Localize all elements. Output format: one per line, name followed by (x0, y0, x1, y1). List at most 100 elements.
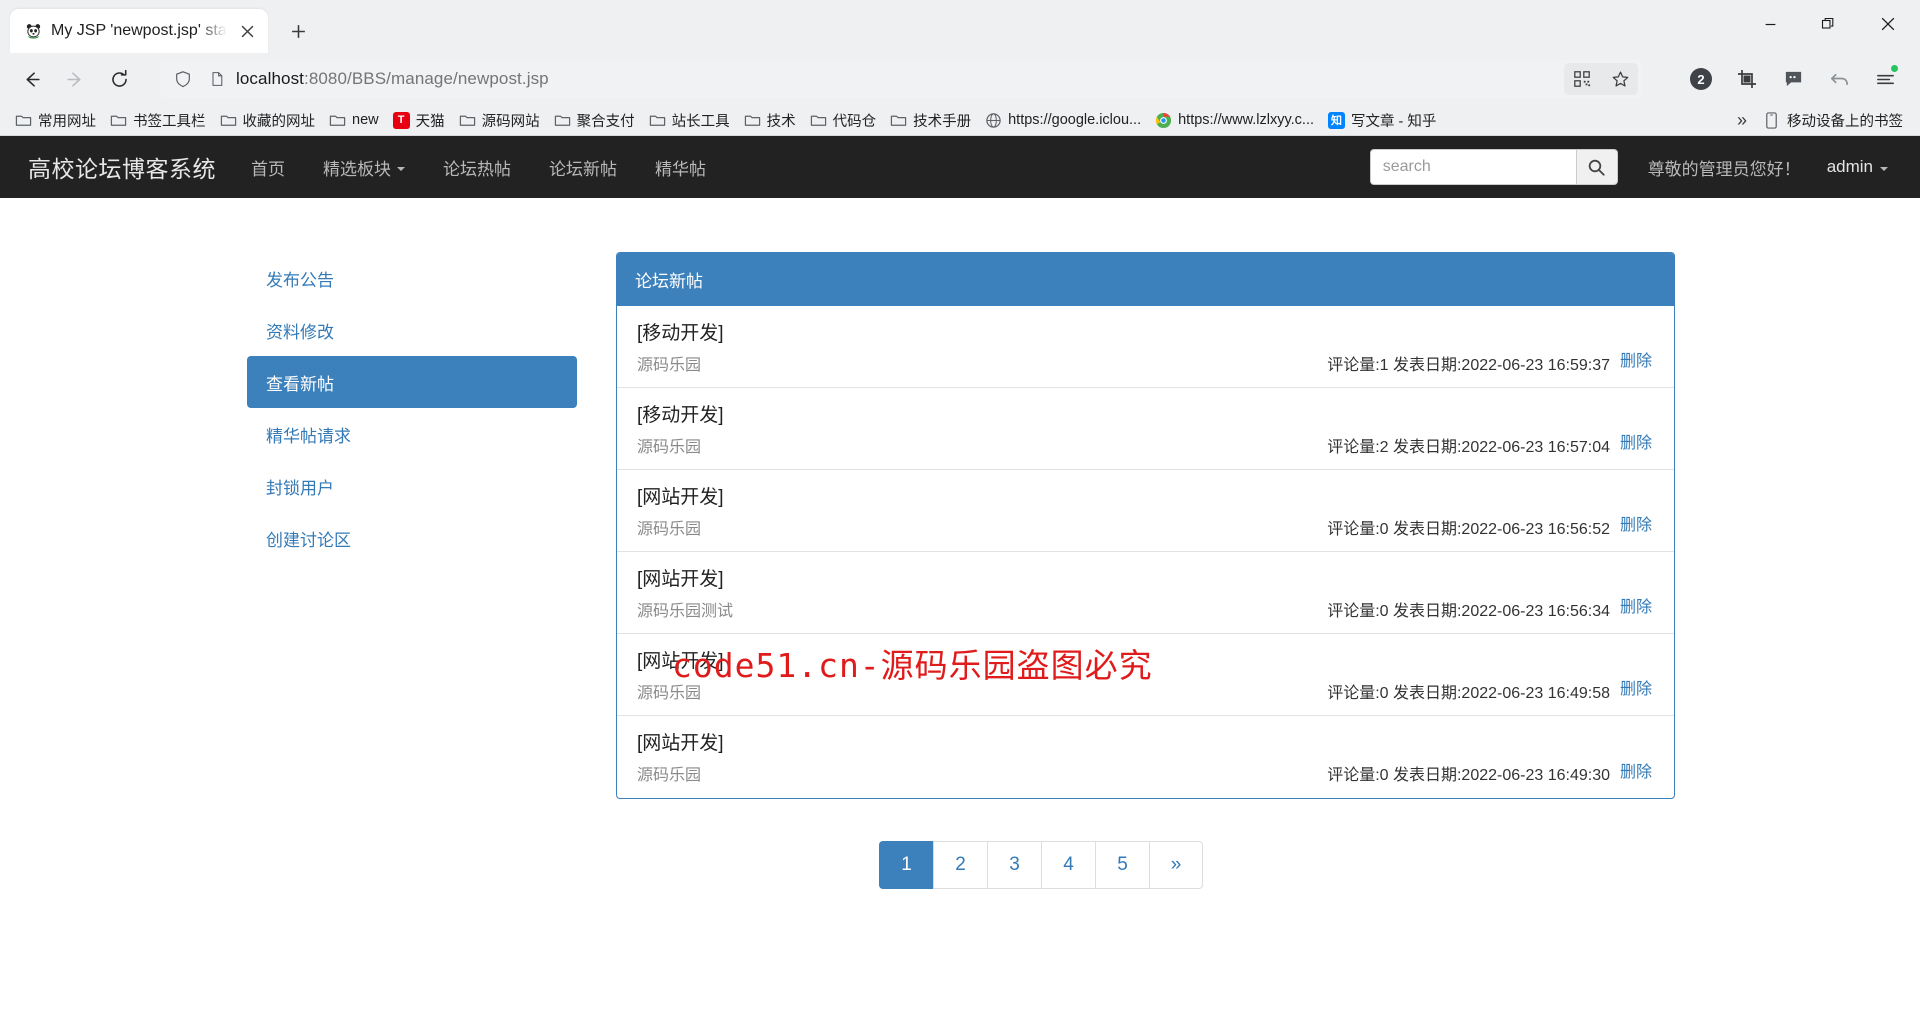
star-bookmark-icon[interactable] (1602, 63, 1638, 95)
bookmark-label: 常用网址 (38, 113, 96, 130)
back-button[interactable] (10, 58, 52, 100)
mobile-bookmarks-label: 移动设备上的书签 (1787, 113, 1903, 130)
reload-button[interactable] (98, 58, 140, 100)
folder-icon (15, 112, 32, 129)
bookmark-item[interactable]: https://google.iclou... (978, 109, 1148, 132)
sidebar-item-ban-user[interactable]: 封锁用户 (247, 460, 577, 512)
bookmark-item[interactable]: T 天猫 (386, 107, 452, 134)
pagination-page-1[interactable]: 1 (879, 841, 933, 889)
sidebar-item-elite-post-requests[interactable]: 精华帖请求 (247, 408, 577, 460)
bookmark-item[interactable]: 收藏的网址 (213, 107, 323, 134)
nav-link-featured-boards[interactable]: 精选板块 (304, 136, 424, 198)
post-meta: 源码乐园 评论量:0 发表日期:2022-06-23 16:49:30 (637, 761, 1654, 785)
browser-menu-icon[interactable] (1864, 58, 1906, 100)
user-menu[interactable]: admin (1817, 157, 1904, 177)
post-row[interactable]: [网站开发] 源码乐园 评论量:0 发表日期:2022-06-23 16:49:… (617, 716, 1674, 798)
folder-icon (329, 112, 346, 129)
nav-link-new-posts[interactable]: 论坛新帖 (530, 136, 636, 198)
bookmark-item[interactable]: new (322, 109, 386, 132)
pagination-page-4[interactable]: 4 (1041, 841, 1095, 889)
bookmark-item[interactable]: 知 写文章 - 知乎 (1321, 107, 1443, 134)
nav-link-home[interactable]: 首页 (232, 136, 304, 198)
tab-strip: My JSP 'newpost.jsp' starting (0, 0, 1920, 53)
bookmark-item[interactable]: https://www.lzlxyy.c... (1148, 109, 1321, 132)
delete-post-link[interactable]: 删除 (1620, 347, 1652, 371)
search-input[interactable] (1369, 149, 1576, 185)
pagination-next-button[interactable]: » (1149, 841, 1203, 889)
chevron-down-icon (1880, 166, 1888, 171)
screenshot-crop-icon[interactable] (1726, 58, 1768, 100)
bookmark-label: 技术 (766, 113, 796, 130)
pagination-page-3[interactable]: 3 (987, 841, 1041, 889)
post-meta: 源码乐园 评论量:1 发表日期:2022-06-23 16:59:37 (637, 351, 1654, 375)
post-row[interactable]: [网站开发] 源码乐园测试 评论量:0 发表日期:2022-06-23 16:5… (617, 552, 1674, 634)
post-meta: 源码乐园 评论量:0 发表日期:2022-06-23 16:49:58 (637, 679, 1654, 703)
chat-bubble-icon[interactable] (1772, 58, 1814, 100)
bookmarks-bar: 常用网址 书签工具栏 收藏的网址 new T 天猫 源码网站 聚合支付 站长工具… (0, 105, 1920, 135)
document-icon[interactable] (202, 64, 232, 94)
bookmark-item[interactable]: 站长工具 (642, 107, 737, 134)
extension-count-label: 2 (1690, 68, 1712, 90)
qr-code-icon[interactable] (1564, 63, 1600, 95)
delete-post-link[interactable]: 删除 (1620, 675, 1652, 699)
browser-tab[interactable]: My JSP 'newpost.jsp' starting (10, 9, 268, 53)
window-controls (1742, 0, 1920, 53)
bookmark-item[interactable]: 代码仓 (803, 107, 884, 134)
forward-button[interactable] (54, 58, 96, 100)
nav-link-elite-posts[interactable]: 精华帖 (636, 136, 725, 198)
post-row[interactable]: [移动开发] 源码乐园 评论量:1 发表日期:2022-06-23 16:59:… (617, 306, 1674, 388)
delete-post-link[interactable]: 删除 (1620, 593, 1652, 617)
window-close-button[interactable] (1856, 0, 1920, 48)
search-button[interactable] (1575, 149, 1618, 185)
bookmark-item[interactable]: 常用网址 (8, 107, 103, 134)
nav-link-label: 精华帖 (655, 159, 706, 179)
post-author: 源码乐园 (637, 520, 702, 538)
sidebar-item-label: 查看新帖 (266, 374, 334, 394)
pagination: 1 2 3 4 5 » (407, 841, 1675, 889)
bookmark-item[interactable]: 技术手册 (883, 107, 978, 134)
update-available-dot (1891, 65, 1898, 72)
undo-arrow-icon[interactable] (1818, 58, 1860, 100)
bookmark-item[interactable]: 源码网站 (452, 107, 547, 134)
extension-count-badge[interactable]: 2 (1680, 58, 1722, 100)
nav-link-hot-posts[interactable]: 论坛热帖 (424, 136, 530, 198)
pagination-page-2[interactable]: 2 (933, 841, 987, 889)
post-row[interactable]: [移动开发] 源码乐园 评论量:2 发表日期:2022-06-23 16:57:… (617, 388, 1674, 470)
post-author: 源码乐园测试 (637, 602, 734, 620)
greeting-text: 尊敬的管理员您好！ (1647, 159, 1801, 179)
window-minimize-button[interactable] (1742, 0, 1799, 48)
post-row[interactable]: [网站开发] 源码乐园 评论量:0 发表日期:2022-06-23 16:56:… (617, 470, 1674, 552)
bookmark-item[interactable]: 书签工具栏 (103, 107, 213, 134)
zhihu-icon: 知 (1328, 111, 1346, 129)
sidebar-item-label: 发布公告 (266, 270, 334, 290)
bookmarks-overflow-button[interactable]: » (1727, 108, 1757, 133)
sidebar-item-publish-announcement[interactable]: 发布公告 (247, 252, 577, 304)
bookmark-label: 代码仓 (832, 113, 877, 130)
post-title: [网站开发] (637, 650, 724, 672)
folder-icon (744, 112, 761, 129)
globe-icon (985, 112, 1002, 129)
shield-icon[interactable] (168, 64, 198, 94)
bookmark-label: 源码网站 (481, 113, 540, 130)
address-bar[interactable]: localhost:8080/BBS/manage/newpost.jsp (160, 60, 1642, 98)
mobile-bookmarks-item[interactable]: 移动设备上的书签 (1757, 107, 1910, 134)
delete-post-link[interactable]: 删除 (1620, 758, 1652, 782)
new-tab-button[interactable] (280, 13, 316, 49)
delete-post-link[interactable]: 删除 (1620, 429, 1652, 453)
tab-close-icon[interactable] (236, 20, 258, 42)
bookmark-item[interactable]: 技术 (737, 107, 803, 134)
delete-post-link[interactable]: 删除 (1620, 511, 1652, 535)
site-navbar-right: 尊敬的管理员您好！ admin (1369, 136, 1904, 198)
post-row[interactable]: [网站开发] 源码乐园 评论量:0 发表日期:2022-06-23 16:49:… (617, 634, 1674, 716)
post-author: 源码乐园 (637, 438, 702, 456)
pagination-page-5[interactable]: 5 (1095, 841, 1149, 889)
bookmark-item[interactable]: 聚合支付 (547, 107, 642, 134)
post-title: [移动开发] (637, 404, 724, 426)
sidebar-item-edit-profile[interactable]: 资料修改 (247, 304, 577, 356)
nav-link-label: 精选板块 (323, 159, 391, 179)
window-maximize-button[interactable] (1799, 0, 1856, 48)
site-brand[interactable]: 高校论坛博客系统 (16, 150, 232, 184)
nav-link-label: 首页 (251, 159, 285, 179)
sidebar-item-create-board[interactable]: 创建讨论区 (247, 512, 577, 564)
sidebar-item-view-new-posts[interactable]: 查看新帖 (247, 356, 577, 408)
